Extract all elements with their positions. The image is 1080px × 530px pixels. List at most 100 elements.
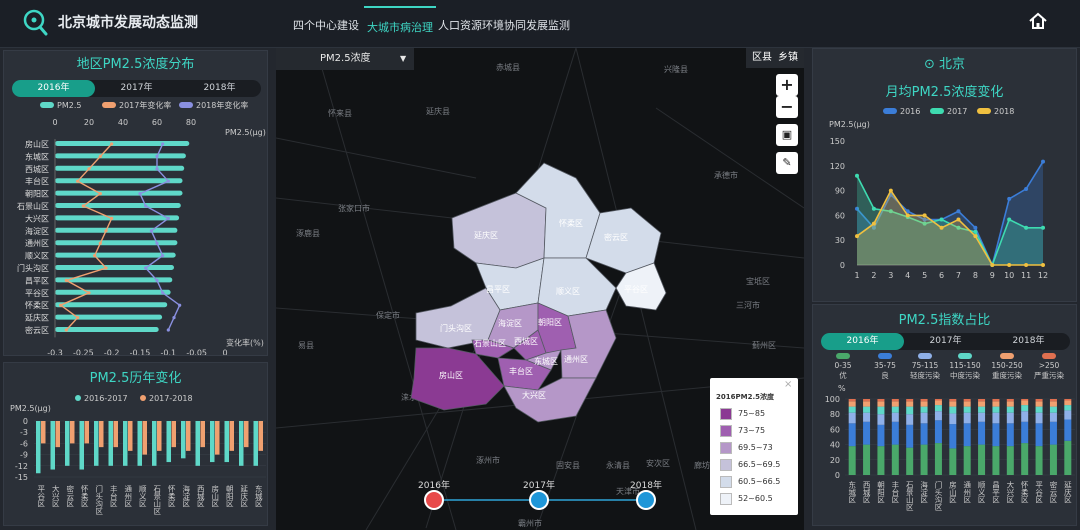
change-bar (215, 421, 220, 455)
x-tick-label: 9 (990, 271, 995, 280)
location-name: 北京 (939, 57, 966, 72)
district-label: 西城区 (514, 337, 538, 346)
category-label: 丰台区 (25, 176, 49, 186)
change-bar (142, 421, 147, 455)
stack-segment (934, 420, 942, 444)
change-rate-point (155, 167, 159, 171)
stack-segment (978, 401, 986, 407)
nav-tab-population-monitoring[interactable]: 人口资源环境协同发展监测 (438, 6, 570, 46)
category-label: 平谷区 (25, 289, 49, 298)
timeline-node (424, 490, 444, 510)
top-axis-unit: PM2.5(μg) (225, 128, 266, 137)
category-label: 通州区 (25, 238, 49, 248)
legend-swatch (836, 353, 850, 359)
stack-segment (920, 399, 928, 402)
stack-segment (1006, 412, 1014, 424)
location-label: ⊙ 北京 (813, 53, 1076, 72)
legend-swatch (40, 102, 54, 108)
district-label: 朝阳区 (538, 318, 562, 327)
stack-segment (934, 411, 942, 421)
legend-range: 150-250 (991, 361, 1023, 370)
stack-segment (863, 412, 871, 422)
change-bar (181, 421, 186, 459)
x-tick-label: 8 (973, 271, 978, 280)
legend-label: 2017 (947, 107, 967, 116)
pm25-bar (55, 327, 159, 332)
stack-segment (906, 399, 914, 402)
change-rate-point (87, 291, 91, 295)
zoom-in-button[interactable]: + (776, 74, 798, 96)
zoom-out-button[interactable]: − (776, 96, 798, 118)
tab-2018[interactable]: 2018年 (987, 333, 1070, 350)
pm25-bar (55, 203, 181, 208)
change-bar (70, 421, 75, 444)
change-rate-point (87, 167, 91, 171)
view-county[interactable]: 区县 (752, 48, 772, 68)
nav-tab-urban-issues[interactable]: 大城市病治理 (364, 6, 436, 46)
stack-segment (949, 424, 957, 449)
legend-range: 0-35 (834, 361, 851, 370)
legend-swatch (958, 353, 972, 359)
bottom-tick-label: -0.25 (73, 348, 94, 355)
view-town[interactable]: 乡镇 (778, 48, 798, 68)
home-icon[interactable] (1028, 11, 1048, 31)
category-label: 顺义区 (25, 252, 49, 261)
change-bar (171, 421, 176, 448)
change-bar (36, 421, 41, 474)
category-label: 东城区 (254, 484, 263, 508)
stack-segment (1064, 405, 1072, 411)
legend-label: 2016-2017 (84, 394, 128, 403)
change-rate-point (104, 266, 108, 270)
y-axis-unit: PM2.5(μg) (10, 404, 51, 413)
tab-2016[interactable]: 2016年 (821, 333, 904, 350)
pm25-bar (55, 178, 183, 184)
y-tick-label: 0 (835, 471, 840, 480)
legend-swatch (977, 108, 991, 114)
change-bar (79, 421, 84, 470)
y-tick-label: 80 (830, 410, 840, 419)
stack-segment (877, 399, 885, 402)
stack-segment (1006, 401, 1014, 407)
stack-segment (963, 423, 971, 447)
stack-segment (906, 414, 914, 425)
change-bar (94, 421, 99, 466)
pm25-bar (55, 215, 180, 221)
layers-button[interactable]: ▣ (776, 124, 798, 146)
change-rate-point (76, 179, 80, 183)
tab-2018[interactable]: 2018年 (178, 80, 261, 97)
legend-swatch (720, 408, 732, 420)
metric-select[interactable]: PM2.5浓度 ▼ (276, 48, 414, 70)
change-rate-point (104, 229, 108, 233)
category-label: 门头沟区 (934, 481, 943, 512)
stack-segment (920, 444, 928, 475)
close-icon[interactable]: × (784, 379, 792, 390)
legend-swatch (720, 442, 732, 454)
stack-segment (1006, 446, 1014, 475)
place-label: 安次区 (646, 458, 670, 468)
tab-2017[interactable]: 2017年 (904, 333, 987, 350)
nav-tab-four-centers[interactable]: 四个中心建设 (290, 6, 362, 46)
legend-range: 52~60.5 (738, 494, 773, 503)
legend-level: 良 (881, 370, 889, 380)
stack-segment (1006, 406, 1014, 413)
category-label: 密云区 (1049, 480, 1058, 504)
series-point (855, 234, 859, 239)
legend-title: 2016PM2.5浓度 (716, 393, 774, 401)
map-view[interactable]: 怀来县延庆县兴隆县赤城县张家口市承德市涿鹿县涞水县易县涿州市廊坊市天津市宝坻区蓟… (276, 48, 804, 530)
y-tick-label: 120 (830, 162, 845, 171)
stack-segment (891, 421, 899, 445)
tab-2017[interactable]: 2017年 (95, 80, 178, 97)
legend-label: 2017年变化率 (119, 100, 171, 110)
change-rate-point (110, 216, 114, 220)
clear-button[interactable]: ✎ (776, 152, 798, 174)
change-rate-point (98, 192, 102, 196)
change-bar (65, 421, 70, 466)
category-label: 西城区 (25, 165, 49, 174)
category-label: 房山区 (211, 484, 220, 508)
y-tick-label: -3 (20, 428, 28, 437)
series-point (1024, 225, 1029, 230)
timeline-node (529, 490, 549, 510)
tab-2016[interactable]: 2016年 (12, 80, 95, 97)
category-label: 东城区 (25, 151, 49, 161)
stack-segment (1064, 419, 1072, 441)
